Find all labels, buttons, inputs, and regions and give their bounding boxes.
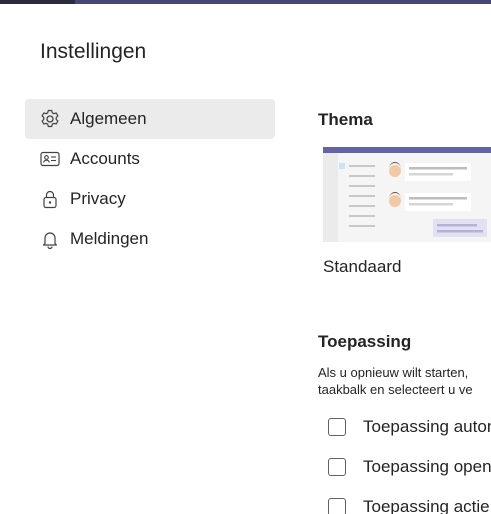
lock-icon [39, 188, 61, 210]
checkbox-row[interactable]: Toepassing actie [328, 497, 490, 514]
top-bar-accent [0, 0, 75, 4]
settings-nav: Algemeen Accounts Privacy Meldingen [25, 99, 275, 259]
application-heading: Toepassing [318, 332, 412, 351]
checkbox-row[interactable]: Toepassing open [328, 457, 491, 477]
checkbox-label: Toepassing open [363, 457, 491, 476]
page-title: Instellingen [40, 40, 147, 63]
checkbox[interactable] [328, 498, 346, 514]
gear-icon [39, 108, 61, 130]
checkbox-label: Toepassing actie [363, 497, 490, 514]
sidebar-item-privacy[interactable]: Privacy [25, 179, 275, 219]
sidebar-item-algemeen[interactable]: Algemeen [25, 99, 275, 139]
sidebar-item-label: Algemeen [70, 109, 147, 128]
checkbox[interactable] [328, 418, 346, 436]
window-top-bar [0, 0, 491, 4]
sidebar-item-label: Privacy [70, 189, 126, 208]
theme-option-standaard[interactable] [323, 147, 491, 242]
description-line: taakbalk en selecteert u ve [318, 382, 473, 397]
application-description: Als u opnieuw wilt starten, taakbalk en … [318, 364, 491, 398]
account-card-icon [39, 148, 61, 170]
theme-option-label: Standaard [323, 257, 402, 276]
checkbox-label: Toepassing auton [363, 417, 491, 436]
checkbox[interactable] [328, 458, 346, 476]
description-line: Als u opnieuw wilt starten, [318, 365, 469, 380]
sidebar-item-label: Meldingen [70, 229, 149, 248]
theme-heading: Thema [318, 110, 373, 129]
sidebar-item-accounts[interactable]: Accounts [25, 139, 275, 179]
sidebar-item-label: Accounts [70, 149, 140, 168]
sidebar-item-meldingen[interactable]: Meldingen [25, 219, 275, 259]
checkbox-row[interactable]: Toepassing auton [328, 417, 491, 437]
bell-icon [39, 228, 61, 250]
theme-preview-illustration [323, 153, 487, 242]
